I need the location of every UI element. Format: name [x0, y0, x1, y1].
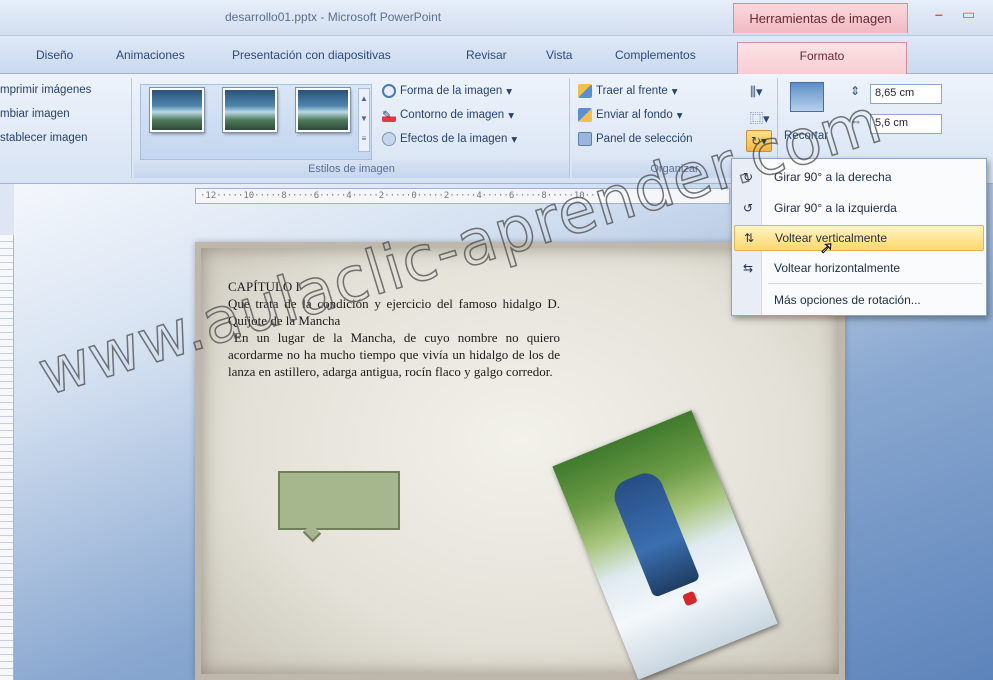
menu-item-rotate-left[interactable]: ↺ Girar 90° a la izquierda: [734, 195, 984, 221]
mouse-cursor-icon: ➚: [819, 240, 834, 258]
chapter-paragraph: En un lugar de la Mancha, de cuyo nombre…: [228, 330, 560, 379]
chapter-subtitle: Que trata de la condición y ejercicio de…: [228, 296, 560, 328]
chevron-down-icon: ▾: [508, 110, 514, 122]
chevron-down-icon: ▾: [511, 134, 518, 146]
menu-item-label: Voltear horizontalmente: [774, 261, 901, 275]
tab-diseno[interactable]: Diseño: [36, 48, 73, 62]
tab-presentacion[interactable]: Presentación con diapositivas: [232, 48, 391, 62]
restore-button[interactable]: ▭: [962, 6, 975, 23]
menu-item-rotate-right[interactable]: ↻ Girar 90° a la derecha: [734, 164, 984, 190]
chevron-down-icon: ▾: [506, 86, 513, 98]
rotate-left-icon: ↺: [742, 201, 754, 215]
picture-styles-group: ▲ ▼ ≡ Forma de la imagen ▾ ✎ Contorno de i…: [134, 78, 570, 178]
style-thumbnail-3[interactable]: [296, 88, 350, 132]
send-to-back-label: Enviar al fondo: [596, 109, 673, 121]
menu-item-label: Girar 90° a la izquierda: [774, 201, 897, 215]
tab-animaciones[interactable]: Animaciones: [116, 48, 185, 62]
tab-vista[interactable]: Vista: [546, 48, 572, 62]
vertical-ruler: [0, 235, 14, 680]
picture-border-button[interactable]: ✎ Contorno de imagen ▾: [382, 108, 514, 122]
chevron-down-icon: ▾: [671, 86, 678, 98]
horizontal-ruler: ·12·····10·····8·····6·····4·····2·····0…: [195, 188, 730, 204]
height-input[interactable]: 8,65 cm: [870, 84, 942, 104]
picture-shape-button[interactable]: Forma de la imagen ▾: [382, 84, 512, 98]
selection-pane-label: Panel de selección: [596, 133, 693, 145]
slide-text-box[interactable]: CAPÍTULO I Que trata de la condición y e…: [228, 278, 560, 380]
reset-picture-button[interactable]: stablecer imagen: [0, 132, 88, 144]
style-thumbnail-1[interactable]: [150, 88, 204, 132]
bring-to-front-label: Traer al frente: [596, 85, 668, 97]
pencil-icon: ✎: [382, 108, 396, 122]
chapter-heading: CAPÍTULO I: [228, 279, 300, 294]
tab-formato[interactable]: Formato: [737, 42, 907, 74]
send-back-icon: [578, 108, 592, 122]
send-to-back-button[interactable]: Enviar al fondo ▾: [578, 108, 683, 122]
align-icon[interactable]: ⫼▾: [750, 84, 763, 100]
selection-pane-icon: [578, 132, 592, 146]
menu-item-label: Girar 90° a la derecha: [774, 170, 892, 184]
shape-icon: [382, 84, 396, 98]
change-picture-button[interactable]: mbiar imagen: [0, 108, 70, 120]
selection-pane-button[interactable]: Panel de selección: [578, 132, 693, 146]
window-title: desarrollo01.pptx - Microsoft PowerPoint: [225, 10, 442, 24]
gallery-scroll[interactable]: ▲ ▼ ≡: [358, 88, 370, 152]
picture-shape-label: Forma de la imagen: [400, 85, 503, 97]
picture-border-label: Contorno de imagen: [400, 109, 505, 121]
menu-item-flip-horizontal[interactable]: ⇆ Voltear horizontalmente: [734, 255, 984, 281]
compress-pictures-button[interactable]: mprimir imágenes: [0, 84, 91, 96]
width-icon: ⇔: [850, 114, 862, 128]
menu-item-label: Más opciones de rotación...: [774, 293, 921, 307]
person-figure: [609, 467, 701, 598]
rotate-dropdown-menu: ↻ Girar 90° a la derecha ↺ Girar 90° a l…: [731, 158, 987, 316]
picture-effects-button[interactable]: Efectos de la imagen ▾: [382, 132, 517, 146]
group-icon[interactable]: ⿴▾: [750, 108, 770, 127]
chevron-down-icon: ▾: [676, 110, 683, 122]
menu-separator: [768, 283, 982, 284]
rotate-right-icon: ↻: [742, 170, 754, 184]
rotate-button[interactable]: ↻▾: [746, 130, 772, 152]
menu-item-flip-vertical[interactable]: ⇅ Voltear verticalmente: [734, 225, 984, 251]
title-bar: desarrollo01.pptx - Microsoft PowerPoint…: [0, 0, 993, 36]
style-thumbnail-2[interactable]: [223, 88, 277, 132]
flip-vertical-icon: ⇅: [743, 231, 755, 245]
crop-button[interactable]: Recortar: [784, 130, 828, 142]
tab-complementos[interactable]: Complementos: [615, 48, 696, 62]
width-input[interactable]: 5,6 cm: [870, 114, 942, 134]
picture-styles-group-label: Estilos de imagen: [134, 160, 569, 178]
context-tab-group-label: Herramientas de imagen: [733, 3, 908, 33]
minimize-button[interactable]: –: [935, 6, 943, 22]
picture-effects-label: Efectos de la imagen: [400, 133, 508, 145]
crop-icon[interactable]: [790, 82, 824, 112]
height-icon: ⇕: [850, 84, 861, 98]
ribbon-tabs: Diseño Animaciones Presentación con diap…: [0, 36, 993, 74]
tab-revisar[interactable]: Revisar: [466, 48, 507, 62]
bring-front-icon: [578, 84, 592, 98]
red-object: [682, 590, 698, 607]
callout-shape[interactable]: [278, 471, 400, 530]
adjust-group: mprimir imágenes mbiar imagen stablecer …: [0, 78, 132, 178]
effects-icon: [382, 132, 396, 146]
bring-to-front-button[interactable]: Traer al frente ▾: [578, 84, 678, 98]
flip-horizontal-icon: ⇆: [742, 261, 754, 275]
menu-item-more-rotation[interactable]: Más opciones de rotación...: [734, 287, 984, 313]
